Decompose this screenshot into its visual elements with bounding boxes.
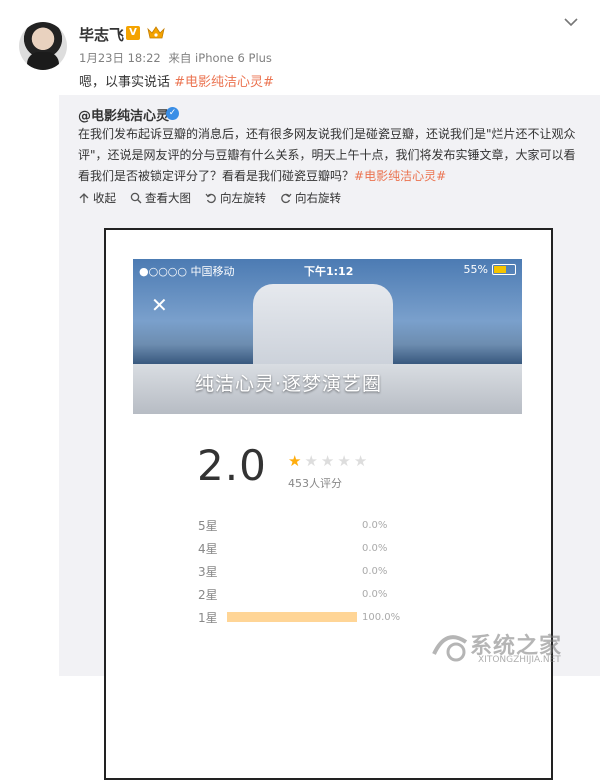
phone-status-bar: ●○○○○ 中国移动 下午1:12 55% [139, 263, 516, 278]
rating-row-label: 4星 [198, 541, 218, 556]
rating-row-label: 2星 [198, 587, 218, 602]
rating-row: 3星 0.0% [198, 563, 387, 579]
repost-username[interactable]: @电影纯洁心灵 [78, 105, 169, 124]
star-empty-icon: ★ [320, 452, 335, 470]
battery-icon [492, 264, 516, 275]
repost-line-text: 看我们是否被锁定评分了？看看是我们碰瓷豆瓣吗？ [78, 169, 355, 183]
rating-row-percent: 100.0% [362, 611, 401, 623]
yacht-shape [253, 284, 393, 374]
rating-row: 1星 100.0% [198, 609, 400, 625]
rating-stars: ★ ★ ★ ★ ★ [288, 452, 367, 470]
collapse-icon [79, 193, 89, 203]
rating-row-percent: 0.0% [362, 588, 388, 600]
status-time: 下午1:12 [304, 265, 354, 278]
weibo-post: 毕志飞 V 1月23日 18:22 来自 iPhone 6 Plus 嗯，以事实… [0, 0, 600, 780]
repost-text: 在我们发布起诉豆瓣的消息后，还有很多网友说我们是碰瓷豆瓣，还说我们是"烂片还不让… [78, 124, 590, 187]
view-large-button[interactable]: 查看大图 [130, 190, 191, 206]
movie-title: 纯洁心灵·逐梦演艺圈 [195, 373, 383, 395]
star-empty-icon: ★ [337, 452, 351, 470]
repost-line: 在我们发布起诉豆瓣的消息后，还有很多网友说我们是碰瓷豆瓣，还说我们是"烂片还不让… [78, 127, 576, 141]
verified-badge-icon: V [126, 26, 140, 40]
star-filled-icon: ★ [288, 452, 302, 470]
rotate-left-icon [205, 193, 216, 204]
rating-row-percent: 0.0% [362, 519, 388, 531]
star-empty-icon: ★ [353, 452, 368, 470]
rating-row: 2星 0.0% [198, 586, 387, 602]
rating-score: 2.0 [197, 441, 267, 490]
rating-row: 4星 0.0% [198, 540, 387, 556]
chevron-down-icon[interactable] [563, 16, 579, 28]
collapse-label: 收起 [93, 191, 116, 205]
rating-bar-track [227, 566, 357, 576]
rating-count: 453人评分 [288, 477, 342, 490]
image-actions: 收起 查看大图 向左旋转 向右旋转 [78, 190, 341, 206]
rating-row-percent: 0.0% [362, 565, 388, 577]
rotate-left-label: 向左旋转 [220, 191, 266, 205]
repost-card: @电影纯洁心灵 ✓ 在我们发布起诉豆瓣的消息后，还有很多网友说我们是碰瓷豆瓣，还… [59, 95, 600, 780]
rating-bar-track [227, 543, 357, 553]
status-right: 55% [464, 263, 516, 276]
post-source: 来自 iPhone 6 Plus [168, 51, 272, 65]
post-text-body: 嗯，以事实说话 [79, 75, 171, 90]
rating-bar-track [227, 612, 357, 622]
rating-row-label: 5星 [198, 518, 218, 533]
rating-row-percent: 0.0% [362, 542, 388, 554]
rating-bar-fill [227, 612, 357, 622]
star-empty-icon: ★ [304, 452, 318, 470]
close-icon: ✕ [151, 293, 168, 317]
rating-row: 5星 0.0% [198, 517, 387, 533]
repost-line: 评"，还说是网友评的分与豆瓣有什么关系，明天上午十点，我们将发布实锤文章，大家可… [78, 148, 576, 162]
view-large-label: 查看大图 [145, 191, 191, 205]
zoom-icon [130, 192, 142, 204]
hashtag-link[interactable]: #电影纯洁心灵# [174, 75, 274, 90]
post-date[interactable]: 1月23日 18:22 [79, 51, 161, 65]
username[interactable]: 毕志飞 [79, 24, 124, 45]
battery-percent: 55% [463, 263, 488, 276]
rating-bar-track [227, 589, 357, 599]
crown-icon [147, 26, 165, 39]
collapse-button[interactable]: 收起 [78, 190, 116, 206]
user-avatar[interactable] [19, 22, 67, 70]
post-meta: 1月23日 18:22 来自 iPhone 6 Plus [79, 50, 276, 66]
watermark-subtext: XITONGZHIJIA.NET [478, 655, 561, 665]
carrier-label: ●○○○○ 中国移动 [139, 265, 235, 278]
repost-line: 看我们是否被锁定评分了？看看是我们碰瓷豆瓣吗？#电影纯洁心灵# [78, 166, 590, 187]
rotate-right-icon [281, 193, 292, 204]
verified-blue-icon: ✓ [166, 107, 179, 120]
rotate-right-button[interactable]: 向右旋转 [280, 190, 341, 206]
attached-screenshot[interactable]: ●○○○○ 中国移动 下午1:12 55% ✕ 纯洁心灵·逐梦演艺圈 2.0 ★… [104, 228, 553, 780]
hero-image: ●○○○○ 中国移动 下午1:12 55% ✕ 纯洁心灵·逐梦演艺圈 [133, 259, 522, 414]
rating-row-label: 3星 [198, 564, 218, 579]
rating-bar-track [227, 520, 357, 530]
repost-hashtag-link[interactable]: #电影纯洁心灵# [354, 169, 446, 183]
rotate-left-button[interactable]: 向左旋转 [205, 190, 266, 206]
post-text: 嗯，以事实说话 #电影纯洁心灵# [79, 71, 274, 90]
rotate-right-label: 向右旋转 [295, 191, 341, 205]
rating-row-label: 1星 [198, 610, 218, 625]
